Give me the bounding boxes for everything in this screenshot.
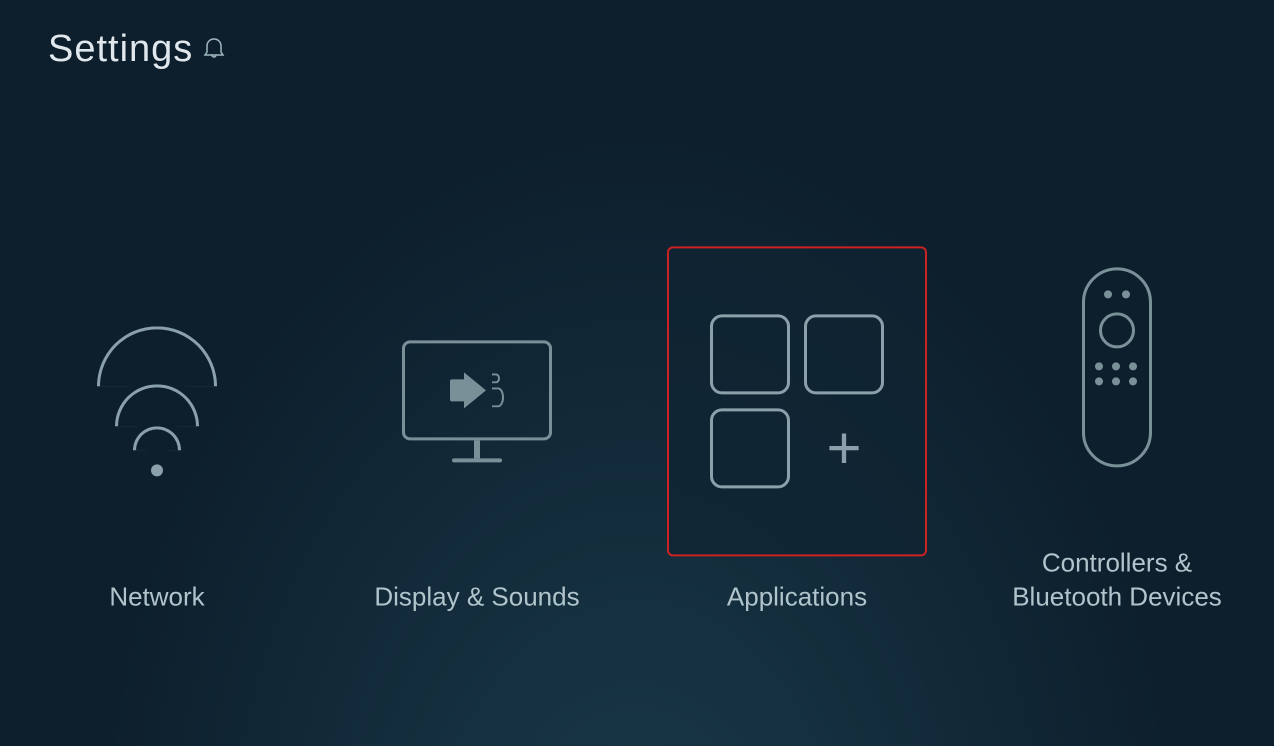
app-square-2 — [804, 314, 884, 394]
wifi-dot — [151, 464, 163, 476]
tv-stand — [474, 440, 480, 458]
plus-symbol: + — [826, 418, 861, 478]
speaker-wave-large — [492, 387, 504, 407]
speaker-inner — [450, 372, 504, 408]
wifi-arc-small — [133, 426, 181, 450]
app-square-3 — [710, 408, 790, 488]
settings-item-network[interactable]: Network — [27, 246, 287, 614]
network-icon-box — [27, 246, 287, 556]
remote-icon — [1082, 267, 1152, 467]
applications-label: Applications — [727, 580, 867, 614]
remote-grid-dot-4 — [1095, 377, 1103, 385]
wifi-arc-large — [97, 326, 217, 386]
network-label: Network — [109, 580, 204, 614]
remote-grid-dot-1 — [1095, 362, 1103, 370]
remote-dots-grid — [1095, 362, 1139, 385]
speaker-wave-small — [492, 373, 500, 383]
remote-dot-1 — [1104, 290, 1112, 298]
notification-icon — [203, 38, 225, 62]
remote-grid-dot-2 — [1112, 362, 1120, 370]
apps-icon: + — [690, 294, 904, 508]
remote-grid-dot-6 — [1129, 377, 1137, 385]
speaker-waves — [492, 373, 504, 407]
settings-label: Settings — [48, 28, 193, 71]
tv-base — [452, 458, 502, 462]
controllers-label: Controllers & Bluetooth Devices — [987, 546, 1247, 614]
page-title: Settings — [48, 28, 225, 71]
remote-dot-2 — [1122, 290, 1130, 298]
app-plus: + — [804, 408, 884, 488]
remote-grid-dot-3 — [1129, 362, 1137, 370]
wifi-arc-medium — [115, 384, 199, 426]
display-icon — [402, 340, 552, 462]
controllers-icon-box — [987, 212, 1247, 522]
remote-body — [1082, 267, 1152, 467]
remote-circle — [1099, 312, 1135, 348]
speaker-cone — [464, 372, 486, 408]
display-sounds-icon-box — [347, 246, 607, 556]
remote-top-dots — [1104, 290, 1130, 298]
remote-grid-dot-5 — [1112, 377, 1120, 385]
settings-grid: Network Display & Soun — [27, 212, 1247, 614]
tv-body — [402, 340, 552, 440]
settings-item-display-sounds[interactable]: Display & Sounds — [347, 246, 607, 614]
settings-item-applications[interactable]: + Applications — [667, 246, 927, 614]
app-square-1 — [710, 314, 790, 394]
settings-item-controllers[interactable]: Controllers & Bluetooth Devices — [987, 212, 1247, 614]
display-sounds-label: Display & Sounds — [374, 580, 579, 614]
wifi-icon — [97, 326, 217, 476]
applications-icon-box: + — [667, 246, 927, 556]
